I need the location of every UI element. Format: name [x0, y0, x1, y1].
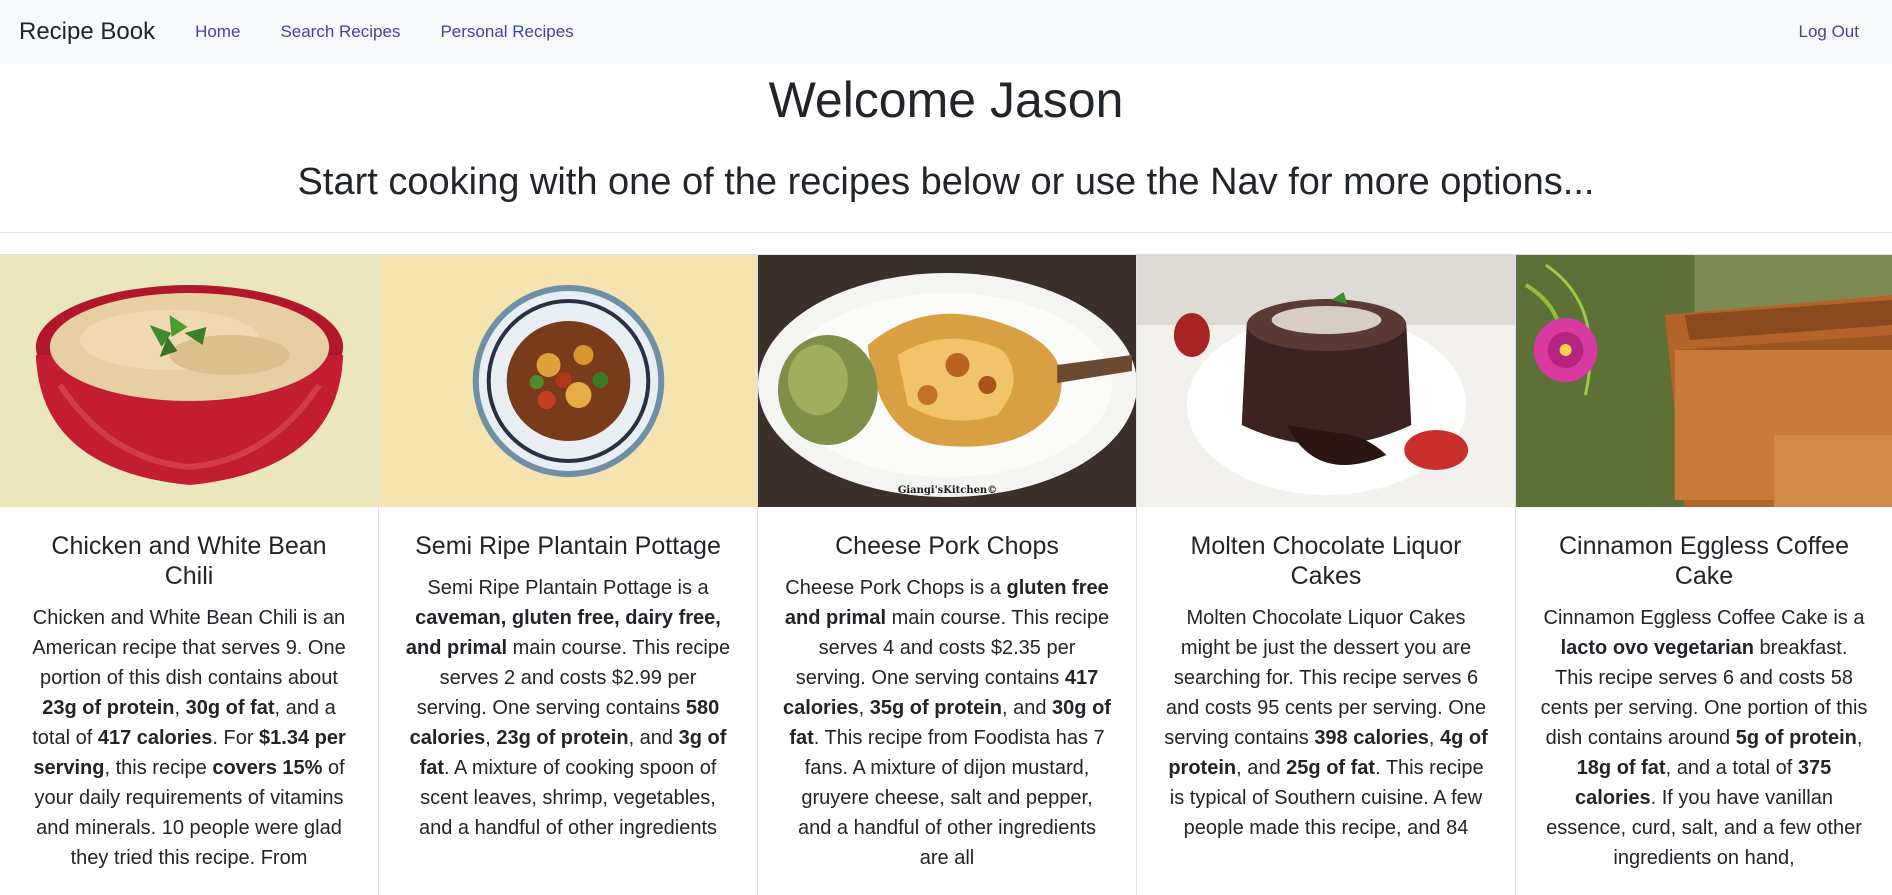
summary-text: , and	[628, 727, 679, 749]
header-divider	[0, 232, 1892, 233]
recipe-card[interactable]: Cinnamon Eggless Coffee Cake Cinnamon Eg…	[1516, 255, 1892, 895]
summary-text: Chicken and White Bean Chili is an Ameri…	[32, 607, 346, 689]
recipe-summary: Chicken and White Bean Chili is an Ameri…	[24, 603, 354, 873]
summary-text: , and a total of	[1665, 757, 1798, 779]
summary-text: , and	[1002, 697, 1053, 719]
summary-text: Cinnamon Eggless Coffee Cake is a	[1543, 607, 1865, 629]
image-watermark: Giangi'sKitchen©	[898, 485, 997, 496]
lava-cake-photo[interactable]	[1137, 255, 1515, 507]
summary-highlight: lacto ovo vegetarian	[1560, 637, 1754, 659]
summary-text: ,	[1428, 727, 1440, 749]
summary-highlight: 25g of fat	[1286, 757, 1376, 779]
recipe-summary: Semi Ripe Plantain Pottage is a caveman,…	[403, 573, 733, 843]
pork-chop-photo[interactable]: Giangi'sKitchen©	[758, 255, 1136, 507]
summary-text: . A mixture of cooking spoon of scent le…	[419, 757, 717, 839]
recipe-title[interactable]: Cheese Pork Chops	[782, 531, 1112, 561]
summary-highlight: 23g of protein	[42, 697, 175, 719]
summary-text: , and	[1236, 757, 1287, 779]
nav-link-search-recipes[interactable]: Search Recipes	[280, 22, 400, 42]
summary-highlight: 30g of fat	[185, 697, 275, 719]
nav-link-home[interactable]: Home	[195, 22, 240, 42]
recipe-summary: Cheese Pork Chops is a gluten free and p…	[782, 573, 1112, 873]
recipe-card-grid: Chicken and White Bean Chili Chicken and…	[0, 254, 1892, 895]
summary-text: ,	[858, 697, 870, 719]
top-navbar: Recipe Book Home Search Recipes Personal…	[0, 0, 1892, 64]
nav-link-personal-recipes[interactable]: Personal Recipes	[440, 22, 573, 42]
summary-text: , this recipe	[104, 757, 213, 779]
logout-link[interactable]: Log Out	[1799, 22, 1860, 42]
recipe-title[interactable]: Cinnamon Eggless Coffee Cake	[1540, 531, 1868, 591]
summary-highlight: 23g of protein	[496, 727, 629, 749]
recipe-title[interactable]: Semi Ripe Plantain Pottage	[403, 531, 733, 561]
summary-highlight: 35g of protein	[869, 697, 1002, 719]
recipe-summary: Cinnamon Eggless Coffee Cake is a lacto …	[1540, 603, 1868, 873]
summary-text: ,	[174, 697, 186, 719]
summary-text: ,	[1856, 727, 1863, 749]
recipe-card[interactable]: Molten Chocolate Liquor Cakes Molten Cho…	[1137, 255, 1516, 895]
recipe-card[interactable]: Chicken and White Bean Chili Chicken and…	[0, 255, 379, 895]
plantain-pottage-photo[interactable]	[379, 255, 757, 507]
recipe-title[interactable]: Molten Chocolate Liquor Cakes	[1161, 531, 1491, 591]
summary-highlight: 398 calories	[1314, 727, 1429, 749]
welcome-heading: Welcome Jason	[768, 72, 1124, 128]
page-subtitle: Start cooking with one of the recipes be…	[297, 161, 1595, 203]
summary-highlight: 5g of protein	[1735, 727, 1857, 749]
summary-text: . This recipe from Foodista has 7 fans. …	[798, 727, 1105, 869]
recipe-summary: Molten Chocolate Liquor Cakes might be j…	[1161, 603, 1491, 843]
summary-text: Semi Ripe Plantain Pottage is a	[427, 577, 709, 599]
recipe-title[interactable]: Chicken and White Bean Chili	[24, 531, 354, 591]
recipe-card[interactable]: Giangi'sKitchen© Cheese Pork Chops Chees…	[758, 255, 1137, 895]
recipe-card[interactable]: Semi Ripe Plantain Pottage Semi Ripe Pla…	[379, 255, 758, 895]
summary-highlight: 18g of fat	[1576, 757, 1666, 779]
summary-highlight: 417 calories	[97, 727, 213, 749]
summary-highlight: covers 15%	[212, 757, 323, 779]
coffee-cake-photo[interactable]	[1516, 255, 1892, 507]
summary-text: ,	[485, 727, 497, 749]
chili-bowl-photo[interactable]	[0, 255, 378, 507]
summary-text: . For	[212, 727, 260, 749]
summary-text: Cheese Pork Chops is a	[785, 577, 1007, 599]
brand-logo[interactable]: Recipe Book	[19, 18, 155, 46]
